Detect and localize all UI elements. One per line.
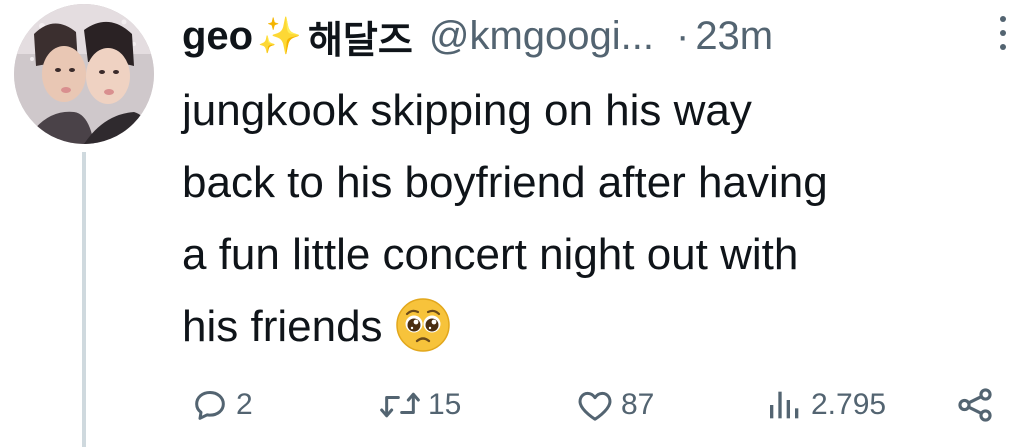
- tweet-text-line-content: his friends: [182, 302, 383, 351]
- display-name[interactable]: geo: [182, 14, 253, 59]
- tweet[interactable]: geo ✨ 해달즈 @kmgoogi... · 23m jungkook ski…: [0, 0, 1033, 447]
- tweet-header: geo ✨ 해달즈 @kmgoogi... · 23m: [182, 6, 773, 66]
- tweet-actions: 2 15 87 2.795: [0, 380, 1033, 430]
- tweet-text: jungkook skipping on his way back to his…: [182, 75, 1022, 363]
- views-button[interactable]: 2.795: [765, 380, 886, 430]
- tweet-text-line-last: his friends: [182, 291, 1022, 363]
- user-handle[interactable]: @kmgoogi...: [429, 14, 654, 59]
- like-button[interactable]: 87: [575, 380, 654, 430]
- tweet-text-line: back to his boyfriend after having: [182, 158, 828, 207]
- retweet-button[interactable]: 15: [378, 380, 461, 430]
- like-count: 87: [621, 388, 655, 421]
- reply-button[interactable]: 2: [190, 380, 253, 430]
- reply-count: 2: [236, 388, 253, 421]
- retweet-count: 15: [428, 388, 462, 421]
- views-icon: [770, 391, 799, 419]
- reply-icon: [195, 391, 225, 420]
- timestamp[interactable]: 23m: [695, 14, 773, 59]
- more-icon[interactable]: [998, 16, 1008, 50]
- heart-icon: [578, 391, 612, 421]
- avatar[interactable]: [14, 4, 154, 144]
- share-icon: [958, 388, 992, 422]
- share-button[interactable]: [954, 380, 996, 430]
- display-name-korean[interactable]: 해달즈: [308, 9, 413, 64]
- sparkles-emoji: ✨: [257, 15, 302, 56]
- retweet-icon: [380, 392, 420, 418]
- separator-dot: ·: [675, 13, 690, 58]
- views-count: 2.795: [811, 388, 887, 421]
- tweet-text-line: a fun little concert night out with: [182, 230, 799, 279]
- pleading-face-emoji: [395, 297, 451, 353]
- tweet-text-line: jungkook skipping on his way: [182, 86, 752, 135]
